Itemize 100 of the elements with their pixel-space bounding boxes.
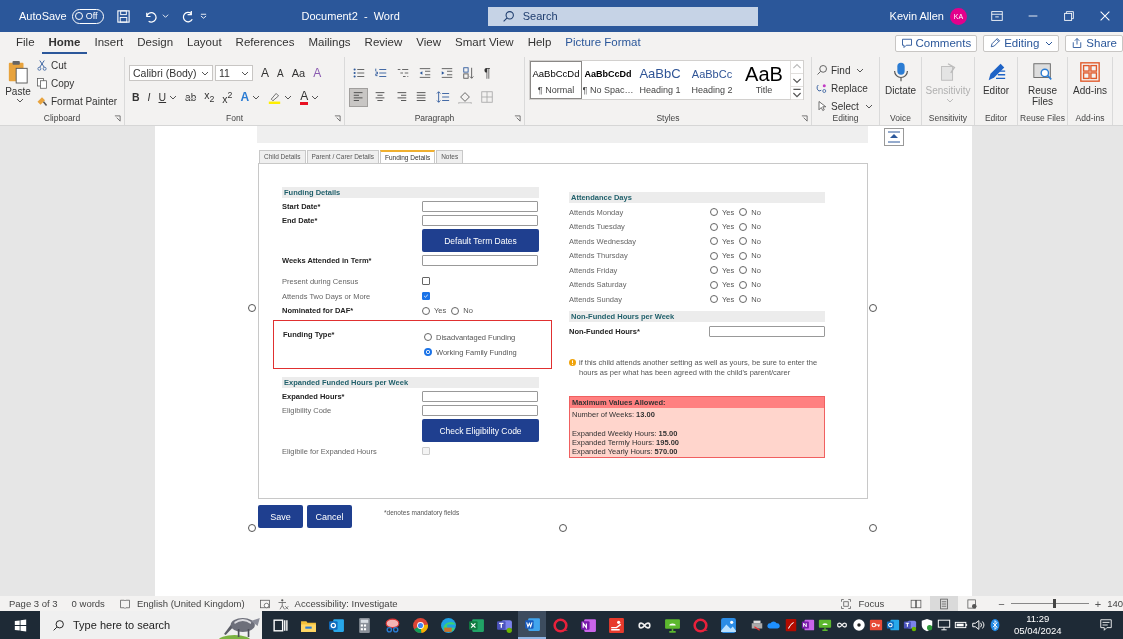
language-indicator[interactable]: English (United Kingdom): [136, 598, 245, 609]
paste-button[interactable]: Paste: [4, 59, 32, 112]
style-option[interactable]: AaB Title: [738, 61, 790, 99]
replace-button[interactable]: Replace: [816, 82, 875, 94]
shield-icon[interactable]: [920, 618, 934, 632]
copy-button[interactable]: Copy: [36, 75, 118, 91]
more-icon[interactable]: [791, 87, 803, 100]
layout-options-icon[interactable]: [884, 128, 904, 146]
monitor-icon[interactable]: [818, 618, 832, 632]
input-field[interactable]: [709, 325, 825, 337]
zoom-level[interactable]: 140: [1107, 598, 1123, 609]
predictions-icon[interactable]: [258, 597, 271, 610]
cloud-icon[interactable]: [767, 618, 781, 632]
taskbar-document-app-button[interactable]: [518, 611, 546, 639]
team-chat-icon[interactable]: [903, 618, 917, 632]
input-field[interactable]: [422, 255, 538, 267]
change-case-button[interactable]: Aa: [288, 64, 309, 82]
dialog-launcher-icon[interactable]: [334, 115, 341, 122]
font-name-dropdown[interactable]: Calibri (Body): [129, 65, 213, 81]
customize-toolbar-icon[interactable]: [199, 13, 207, 19]
reuse-button[interactable]: Reuse Files: [1026, 57, 1059, 112]
sort-icon[interactable]: [462, 66, 476, 80]
ribbon-tab[interactable]: Smart View: [448, 32, 521, 54]
form-button[interactable]: Save: [258, 505, 303, 528]
printer-icon[interactable]: [750, 618, 764, 632]
resize-handle[interactable]: [559, 524, 567, 532]
font-color-button[interactable]: A: [297, 88, 323, 106]
format-painter-button[interactable]: Format Painter: [36, 93, 118, 109]
ribbon-tab[interactable]: Help: [520, 32, 559, 54]
multilevel-list-icon[interactable]: [396, 66, 410, 80]
book-icon[interactable]: [118, 597, 131, 610]
save-icon[interactable]: [115, 8, 131, 24]
zoom-in-button[interactable]: +: [1094, 597, 1102, 610]
style-option[interactable]: AaBbCcDd ¶ No Spac…: [582, 61, 634, 99]
bold-button[interactable]: B: [129, 88, 143, 106]
page-count[interactable]: Page 3 of 3: [9, 598, 58, 609]
caret-icon[interactable]: [161, 13, 169, 19]
select-button[interactable]: Select: [816, 100, 875, 112]
ribbon-tab[interactable]: Mailings: [301, 32, 358, 54]
ribbon-tab[interactable]: Design: [130, 32, 181, 54]
zoom-slider-thumb[interactable]: [1052, 599, 1056, 608]
increase-indent-icon[interactable]: [440, 66, 454, 80]
resize-handle[interactable]: [248, 524, 256, 532]
superscript-button[interactable]: x$^{2}$: [219, 88, 236, 106]
key-icon[interactable]: [869, 618, 883, 632]
clear-formatting-button[interactable]: A: [310, 64, 325, 82]
subscript-button[interactable]: x$_{2}$: [201, 88, 218, 106]
ribbon-tab[interactable]: View: [409, 32, 449, 54]
input-field[interactable]: [422, 391, 538, 403]
form-button[interactable]: Check Eligibility Code: [422, 419, 539, 443]
cut-button[interactable]: Cut: [36, 57, 118, 73]
resize-handle[interactable]: [248, 304, 256, 312]
line-spacing-icon[interactable]: [436, 90, 450, 104]
shrink-font-button[interactable]: A: [274, 64, 287, 82]
restore-icon[interactable]: [1062, 9, 1076, 23]
search-field[interactable]: Search: [487, 6, 758, 26]
checkbox[interactable]: [422, 292, 430, 301]
monitor-icon[interactable]: [937, 618, 951, 632]
ribbon-tab[interactable]: References: [228, 32, 302, 54]
dialog-launcher-icon[interactable]: [114, 115, 121, 122]
resize-handle[interactable]: [869, 304, 877, 312]
style-option[interactable]: AaBbCcDd ¶ Normal: [530, 61, 582, 99]
focus-button[interactable]: Focus: [840, 597, 885, 610]
accessibility-icon[interactable]: [276, 597, 289, 610]
editing-button[interactable]: Editing: [983, 34, 1060, 52]
accessibility-status[interactable]: Accessibility: Investigate: [294, 598, 398, 609]
bullets-icon[interactable]: [352, 66, 366, 80]
dialog-launcher-icon[interactable]: [514, 115, 521, 122]
style-option[interactable]: AaBbC Heading 1: [634, 61, 686, 99]
redo-icon[interactable]: [180, 8, 196, 24]
checkbox[interactable]: [422, 277, 430, 286]
style-option[interactable]: AaBbCc Heading 2: [686, 61, 738, 99]
word-count[interactable]: 0 words: [71, 598, 105, 609]
text-effects-button[interactable]: A: [237, 88, 264, 106]
decrease-indent-icon[interactable]: [418, 66, 432, 80]
ribbon-tab[interactable]: Review: [357, 32, 410, 54]
circle-icon[interactable]: [852, 618, 866, 632]
notebook-app-icon[interactable]: [801, 618, 815, 632]
close-icon[interactable]: [1098, 9, 1112, 23]
user-name[interactable]: Kevin Allen: [889, 10, 944, 22]
addins-button[interactable]: Add-ins: [1073, 57, 1107, 112]
input-field[interactable]: [422, 405, 538, 417]
comments-button[interactable]: Comments: [894, 34, 978, 52]
find-button[interactable]: Find: [816, 64, 875, 76]
editor-button[interactable]: Editor: [982, 57, 1010, 112]
input-field[interactable]: [422, 201, 538, 213]
italic-button[interactable]: I: [144, 88, 154, 106]
input-field[interactable]: [422, 215, 538, 227]
underline-button[interactable]: U: [155, 88, 181, 106]
numbering-icon[interactable]: [374, 66, 388, 80]
ribbon-tab[interactable]: Insert: [87, 32, 131, 54]
dialog-launcher-icon[interactable]: [801, 115, 808, 122]
align-left-button[interactable]: [349, 87, 368, 107]
form-button[interactable]: Cancel: [307, 505, 352, 528]
document-app-icon[interactable]: [784, 618, 798, 632]
ribbon-tab[interactable]: Picture Format: [558, 32, 648, 54]
bluetooth-icon[interactable]: [988, 618, 1002, 632]
speaker-icon[interactable]: [971, 618, 985, 632]
resize-handle[interactable]: [869, 524, 877, 532]
notifications-icon[interactable]: [1099, 618, 1113, 632]
